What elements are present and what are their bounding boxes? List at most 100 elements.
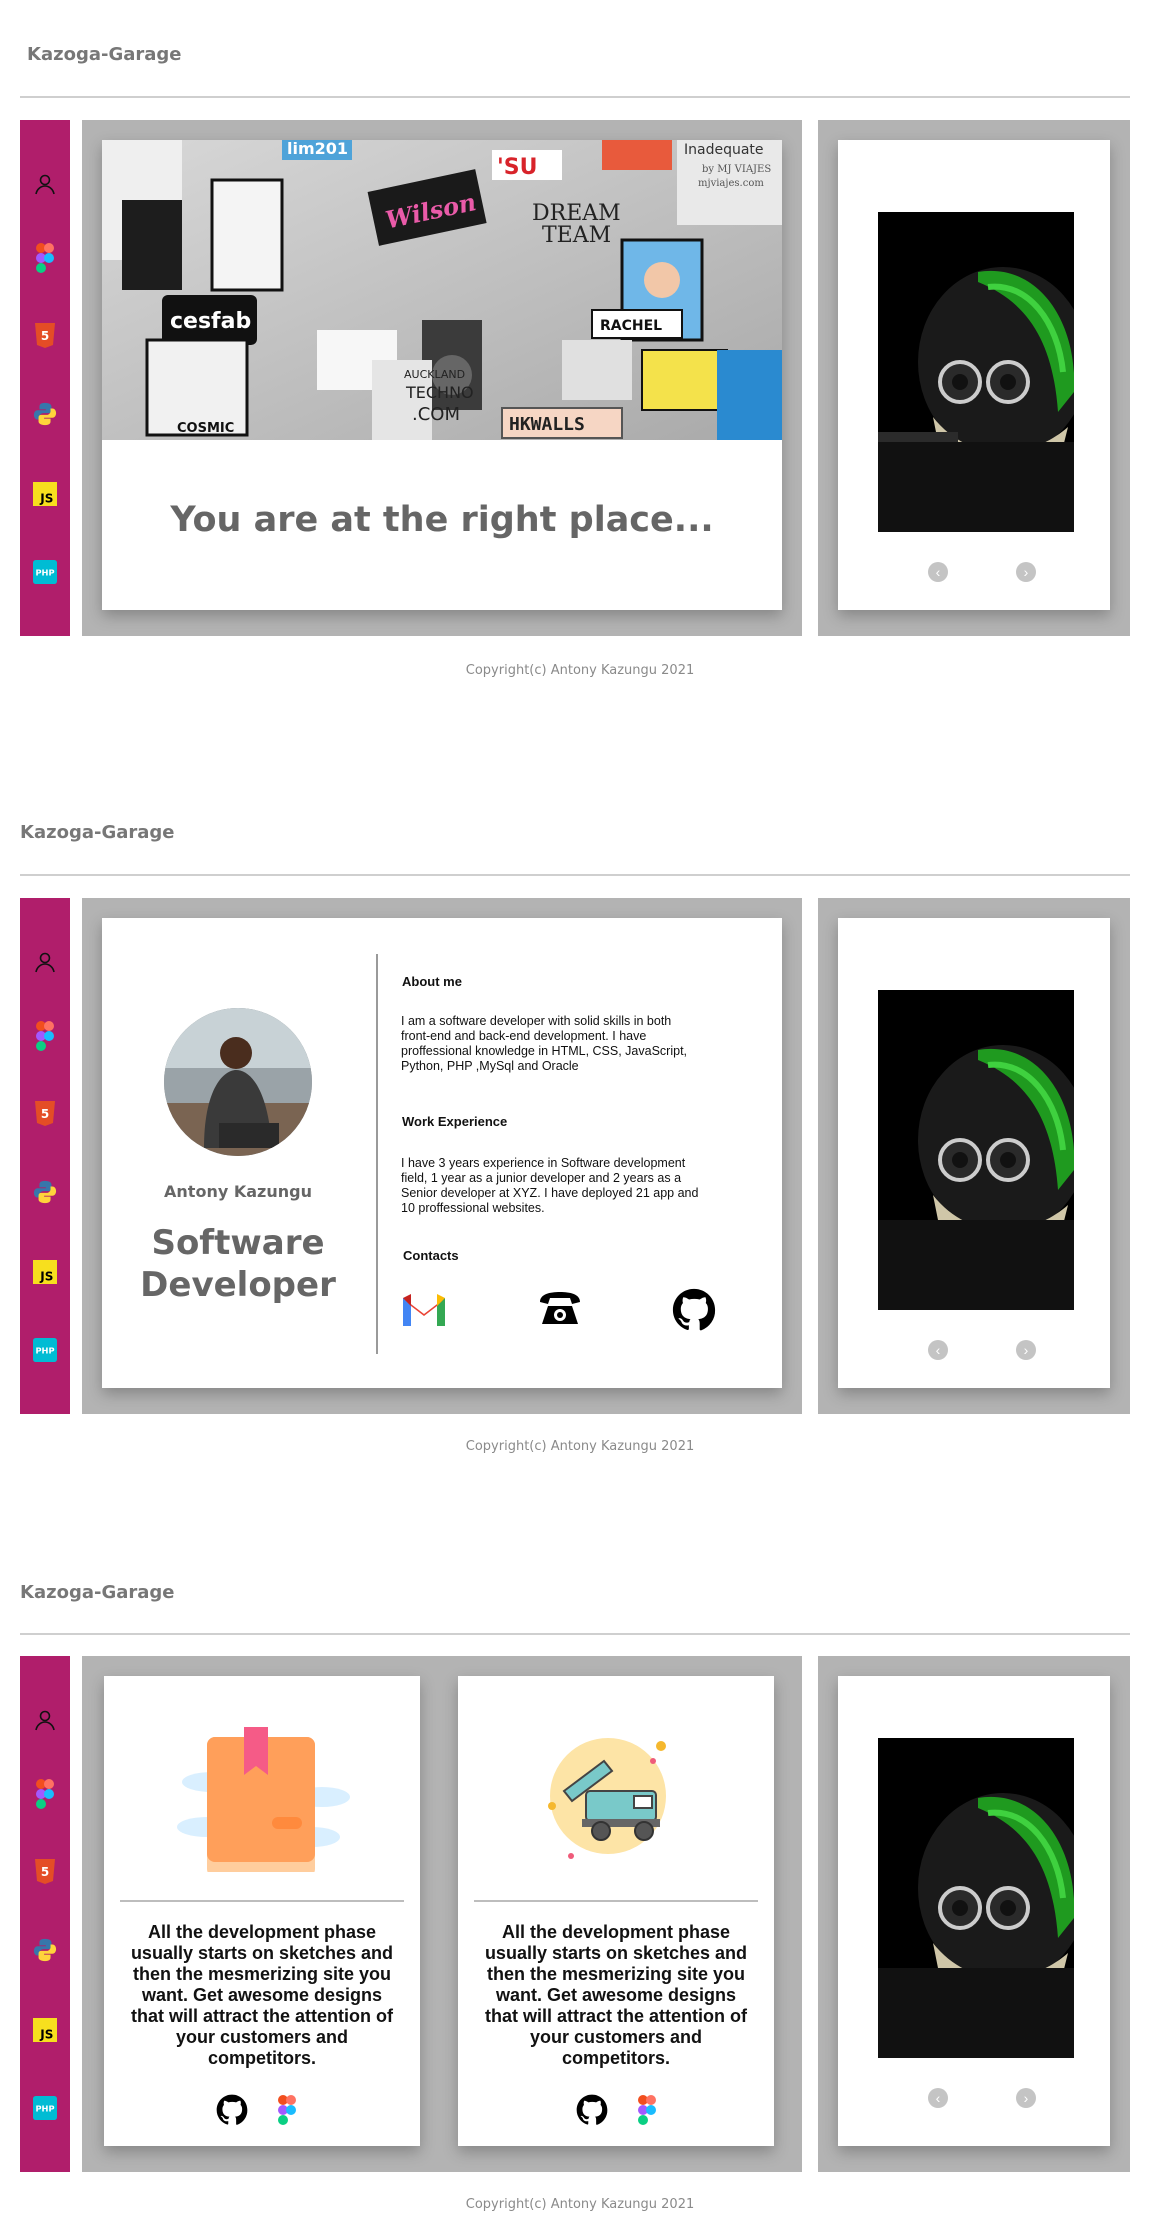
airport-stairs-truck-icon (546, 1736, 686, 1871)
footer-copyright: Copyright(c) Antony Kazungu 2021 (465, 2197, 695, 2212)
sidebar: 5 JS PHP (20, 1656, 70, 2172)
svg-text:'SU: 'SU (497, 155, 537, 180)
carousel-prev-button[interactable]: ‹ (928, 1340, 948, 1360)
javascript-icon[interactable]: JS (33, 482, 57, 506)
profile-name: Antony Kazungu (164, 1182, 312, 1201)
svg-text:COSMIC: COSMIC (177, 421, 234, 436)
svg-text:TECHNO: TECHNO (405, 383, 474, 402)
github-icon[interactable] (576, 2094, 608, 2131)
svg-text:PHP: PHP (35, 2104, 54, 2114)
carousel-panel: ‹ › (818, 1656, 1130, 2172)
footer-copyright: Copyright(c) Antony Kazungu 2021 (465, 663, 695, 678)
feature-card: All the development phase usually starts… (104, 1676, 420, 2146)
header-divider (20, 96, 1130, 98)
figma-icon[interactable] (33, 1779, 57, 1809)
feature-divider (120, 1900, 404, 1902)
feature-description: All the development phase usually starts… (484, 1922, 748, 2068)
profile-divider (376, 954, 378, 1354)
svg-text:cesfab: cesfab (170, 309, 251, 334)
svg-text:5: 5 (41, 1107, 49, 1121)
php-icon[interactable]: PHP (33, 560, 57, 584)
sidebar: 5 JS PHP (20, 898, 70, 1414)
svg-text:HKWALLS: HKWALLS (509, 414, 585, 435)
svg-text:JS: JS (39, 2027, 53, 2041)
svg-text:by MJ VIAJES: by MJ VIAJES (702, 164, 771, 175)
php-icon[interactable]: PHP (33, 2096, 57, 2120)
svg-text:JS: JS (39, 1269, 53, 1283)
helmet-image (878, 1738, 1074, 2058)
main-panel: Antony Kazungu Software Developer About … (82, 898, 802, 1414)
svg-text:5: 5 (41, 1865, 49, 1879)
brand-logo[interactable]: Kazoga-Garage (27, 44, 181, 65)
html5-icon[interactable]: 5 (33, 323, 57, 348)
figma-icon[interactable] (33, 243, 57, 273)
carousel-next-button[interactable]: › (1016, 2088, 1036, 2108)
work-heading: Work Experience (402, 1114, 508, 1129)
main-panel: All the development phase usually starts… (82, 1656, 802, 2172)
svg-text:lim201: lim201 (287, 140, 348, 158)
helmet-image (878, 990, 1074, 1310)
html5-icon[interactable]: 5 (33, 1101, 57, 1126)
python-icon[interactable] (33, 1938, 57, 1962)
carousel-card: ‹ › (838, 140, 1110, 610)
svg-text:mjviajes.com: mjviajes.com (698, 178, 764, 189)
carousel-next-button[interactable]: › (1016, 1340, 1036, 1360)
svg-text:TEAM: TEAM (542, 223, 611, 248)
carousel-prev-button[interactable]: ‹ (928, 2088, 948, 2108)
helmet-image (878, 212, 1074, 532)
python-icon[interactable] (33, 1180, 57, 1204)
bookmark-book-icon (172, 1722, 352, 1877)
gmail-icon[interactable] (400, 1290, 448, 1331)
github-icon[interactable] (216, 2094, 248, 2131)
svg-text:RACHEL: RACHEL (600, 318, 662, 334)
about-text: I am a software developer with solid ski… (401, 1014, 688, 1073)
about-heading: About me (402, 974, 462, 989)
carousel-panel: ‹ › (818, 898, 1130, 1414)
javascript-icon[interactable]: JS (33, 2018, 57, 2042)
avatar (164, 1008, 312, 1156)
footer-copyright: Copyright(c) Antony Kazungu 2021 (465, 1439, 695, 1454)
carousel-panel: ‹ › (818, 120, 1130, 636)
figma-icon[interactable] (636, 2094, 658, 2131)
php-icon[interactable]: PHP (33, 1338, 57, 1362)
telephone-icon[interactable] (538, 1288, 582, 1333)
profile-role-line2: Developer (140, 1265, 336, 1305)
header-divider (20, 1633, 1130, 1635)
svg-text:AUCKLAND: AUCKLAND (404, 368, 465, 381)
hero-card: lim201 Wilson 'SU DREAM TEAM Inadequate … (102, 140, 782, 610)
figma-icon[interactable] (33, 1021, 57, 1051)
carousel-next-button[interactable]: › (1016, 562, 1036, 582)
javascript-icon[interactable]: JS (33, 1260, 57, 1284)
github-icon[interactable] (672, 1288, 716, 1337)
feature-divider (474, 1900, 758, 1902)
user-icon[interactable] (33, 950, 57, 974)
profile-card: Antony Kazungu Software Developer About … (102, 918, 782, 1388)
figma-icon[interactable] (276, 2094, 298, 2131)
profile-role-line1: Software (151, 1223, 325, 1263)
profile-role: Software Developer (102, 1222, 374, 1306)
python-icon[interactable] (33, 402, 57, 426)
hero-image: lim201 Wilson 'SU DREAM TEAM Inadequate … (102, 140, 782, 440)
hero-title: You are at the right place... (170, 500, 714, 540)
carousel-prev-button[interactable]: ‹ (928, 562, 948, 582)
carousel-card: ‹ › (838, 1676, 1110, 2146)
work-text: I have 3 years experience in Software de… (401, 1156, 699, 1215)
feature-description: All the development phase usually starts… (130, 1922, 394, 2068)
sidebar: 5 JS PHP (20, 120, 70, 636)
php-label: PHP (35, 568, 54, 578)
contacts-heading: Contacts (403, 1248, 459, 1263)
svg-text:Inadequate: Inadequate (684, 142, 764, 158)
header-divider (20, 874, 1130, 876)
js-label: JS (39, 491, 53, 505)
svg-text:.COM: .COM (412, 404, 460, 425)
user-icon[interactable] (33, 1708, 57, 1732)
user-icon[interactable] (33, 172, 57, 196)
carousel-card: ‹ › (838, 918, 1110, 1388)
feature-card: All the development phase usually starts… (458, 1676, 774, 2146)
brand-logo[interactable]: Kazoga-Garage (20, 1582, 174, 1603)
html5-icon[interactable]: 5 (33, 1859, 57, 1884)
main-panel: lim201 Wilson 'SU DREAM TEAM Inadequate … (82, 120, 802, 636)
html5-label: 5 (41, 329, 49, 343)
brand-logo[interactable]: Kazoga-Garage (20, 822, 174, 843)
svg-text:PHP: PHP (35, 1346, 54, 1356)
